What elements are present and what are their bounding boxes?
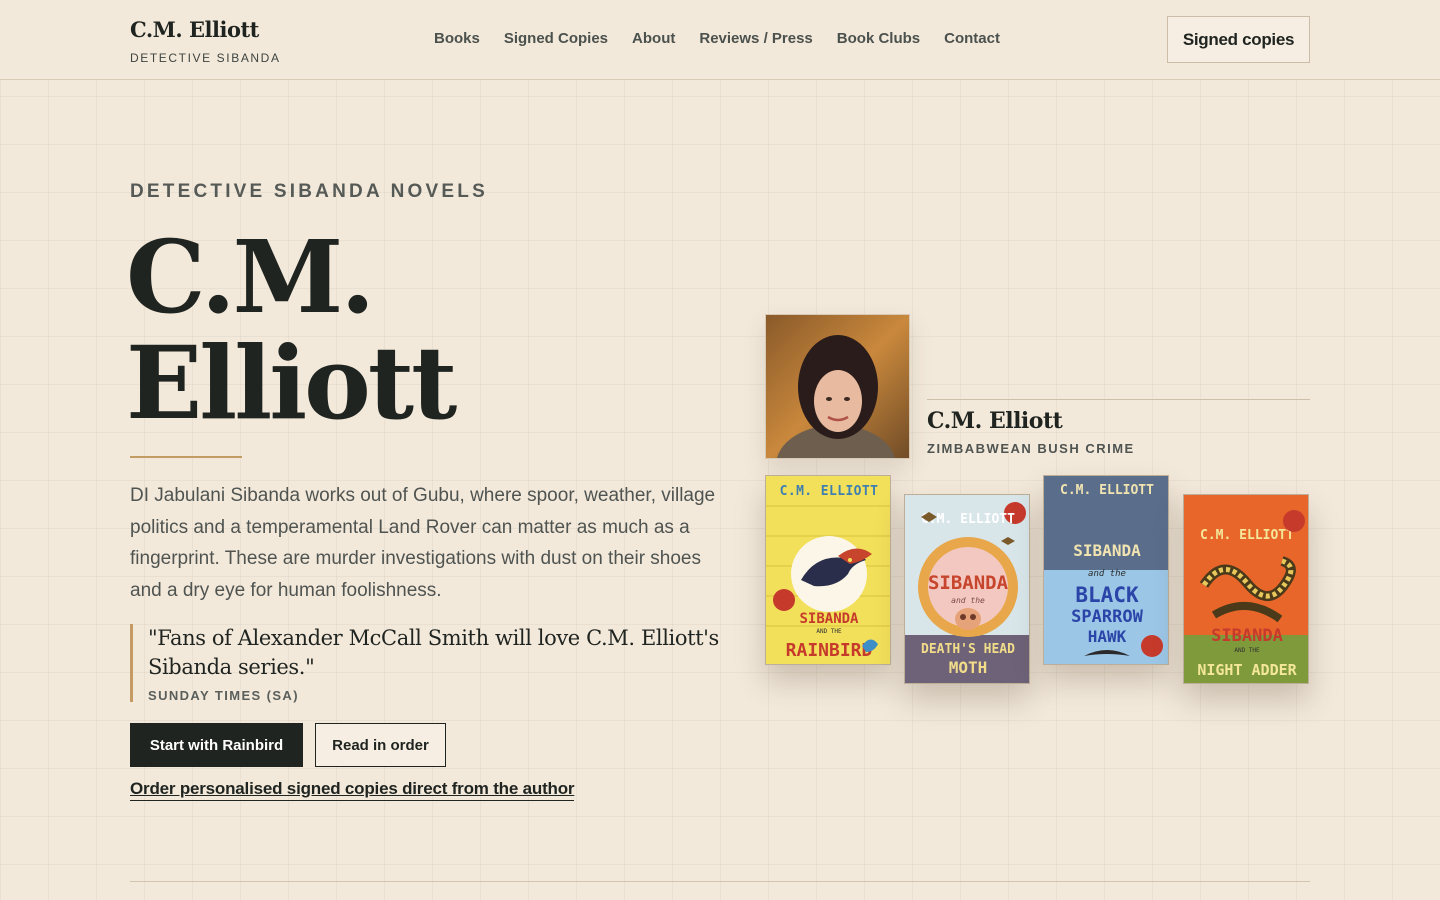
cover-joiner-label: and the: [1088, 569, 1126, 579]
site-header: C.M. Elliott DETECTIVE SIBANDA Books Sig…: [0, 0, 1440, 80]
quote-source: SUNDAY TIMES (SA): [148, 688, 299, 703]
book-cover-black-sparrow-hawk[interactable]: C.M. ELLIOTT SIBANDA and the BLACK SPARR…: [1043, 475, 1169, 665]
author-tagline: ZIMBABWEAN BUSH CRIME: [927, 441, 1135, 456]
nav-books[interactable]: Books: [434, 30, 480, 47]
signed-copies-link[interactable]: Order personalised signed copies direct …: [130, 779, 575, 801]
nav-about[interactable]: About: [632, 30, 675, 47]
cover-author-label: C.M. ELLIOTT: [780, 484, 879, 499]
press-quote: "Fans of Alexander McCall Smith will lov…: [130, 624, 730, 703]
cover-title-label: RAINBIRD: [786, 640, 873, 661]
hero-lede: DI Jabulani Sibanda works out of Gubu, w…: [130, 485, 716, 601]
cover-joiner-label: AND THE: [816, 628, 842, 635]
cover-series-label: SIBANDA: [1211, 626, 1283, 646]
cover-series-label: SIBANDA: [928, 572, 1009, 594]
nav-contact[interactable]: Contact: [944, 30, 1000, 47]
hero-title-line-2: Elliott: [126, 324, 457, 442]
cover-joiner-label: and the: [951, 596, 985, 605]
start-with-rainbird-button[interactable]: Start with Rainbird: [130, 723, 303, 767]
brand-logo[interactable]: C.M. Elliott DETECTIVE SIBANDA: [130, 17, 281, 65]
cover-title-line-1: DEATH'S HEAD: [921, 642, 1015, 657]
section-divider: [130, 881, 1310, 882]
nav-reviews-press[interactable]: Reviews / Press: [699, 30, 812, 47]
nav-signed-copies[interactable]: Signed Copies: [504, 30, 608, 47]
hero-title-line-1: C.M.: [126, 218, 375, 336]
cover-title-label: NIGHT ADDER: [1197, 661, 1297, 679]
signed-copies-button[interactable]: Signed copies: [1167, 16, 1310, 63]
cover-title-line-3: HAWK: [1088, 627, 1127, 646]
cover-series-label: SIBANDA: [799, 611, 859, 627]
brand-name: C.M. Elliott: [130, 17, 259, 42]
cover-title-line-2: MOTH: [949, 658, 988, 677]
read-in-order-button[interactable]: Read in order: [315, 723, 446, 767]
main-nav: Books Signed Copies About Reviews / Pres…: [434, 30, 1000, 47]
author-divider: [927, 399, 1310, 400]
author-portrait: [765, 314, 910, 459]
cover-joiner-label: AND THE: [1234, 647, 1260, 654]
cover-title-line-2: SPARROW: [1071, 607, 1143, 627]
title-divider: [130, 456, 242, 458]
cover-series-label: SIBANDA: [1073, 541, 1141, 560]
hero-title: C.M. Elliott: [126, 224, 686, 436]
cover-author-label: C.M. ELLIOTT: [1060, 483, 1154, 498]
hero-kicker: DETECTIVE SIBANDA NOVELS: [130, 181, 488, 202]
cover-author-label: C.M. ELLIOTT: [921, 512, 1015, 527]
cover-author-label: C.M. ELLIOTT: [1200, 528, 1294, 543]
brand-tagline: DETECTIVE SIBANDA: [130, 51, 281, 65]
nav-book-clubs[interactable]: Book Clubs: [837, 30, 920, 47]
book-cover-deaths-head-moth[interactable]: C.M. ELLIOTT SIBANDA and the DEATH'S HEA…: [904, 494, 1030, 684]
author-name: C.M. Elliott: [927, 408, 1063, 434]
cover-title-line-1: BLACK: [1075, 583, 1139, 607]
book-cover-rainbird[interactable]: C.M. ELLIOTT SIBANDA AND THE RAINBIRD: [765, 475, 891, 665]
quote-text: "Fans of Alexander McCall Smith will lov…: [148, 626, 719, 679]
book-cover-night-adder[interactable]: C.M. ELLIOTT SIBANDA AND THE NIGHT ADDER: [1183, 494, 1309, 684]
